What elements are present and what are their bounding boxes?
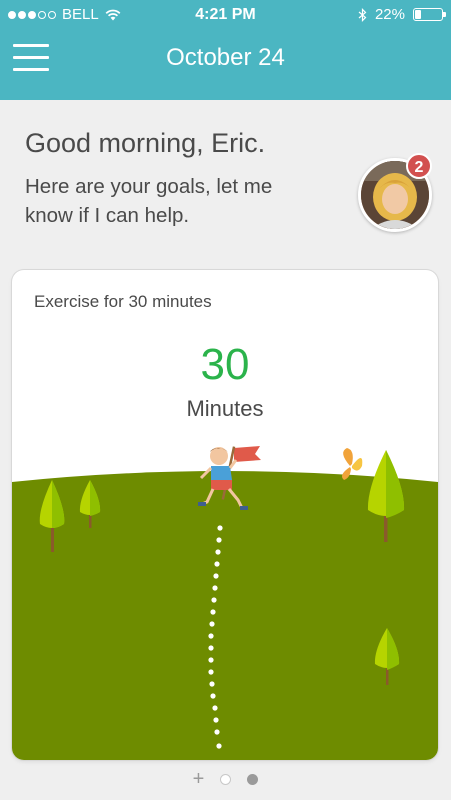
goal-card[interactable]: Exercise for 30 minutes 30 Minutes: [12, 270, 438, 760]
battery-icon: [413, 8, 446, 21]
app-header: BELL 4:21 PM 22% October 24: [0, 0, 451, 100]
add-page-icon[interactable]: +: [193, 769, 205, 789]
page-dot-2[interactable]: [247, 773, 259, 785]
page-dot-1[interactable]: [220, 773, 232, 785]
coach-avatar-button[interactable]: 2: [358, 153, 432, 232]
bluetooth-icon: [358, 7, 367, 22]
page-title: October 24: [166, 44, 285, 71]
status-bar: BELL 4:21 PM 22%: [0, 0, 451, 30]
goal-unit: Minutes: [186, 396, 264, 421]
goal-label: Exercise for 30 minutes: [34, 292, 212, 311]
green-hill: [12, 471, 438, 760]
greeting-headline: Good morning, Eric.: [25, 128, 266, 158]
greeting-message: Here are your goals, let me know if I ca…: [25, 175, 273, 227]
progress-illustration: [12, 446, 438, 760]
page-indicator: +: [0, 769, 451, 789]
goal-value: 30: [200, 340, 250, 389]
notification-badge: 2: [406, 153, 432, 179]
battery-percent: 22%: [374, 6, 405, 23]
